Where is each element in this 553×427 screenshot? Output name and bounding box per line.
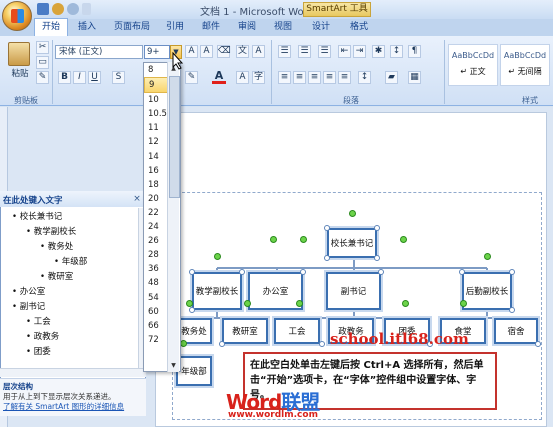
resize-handle-icon[interactable]: [509, 307, 515, 313]
resize-handle-icon[interactable]: [239, 269, 245, 275]
mouse-cursor-icon: [172, 52, 184, 70]
rotate-handle-icon[interactable]: [402, 300, 409, 307]
org-box-level4[interactable]: 年级部: [176, 356, 212, 386]
resize-handle-icon[interactable]: [509, 269, 515, 275]
rotate-handle-icon[interactable]: [180, 340, 187, 347]
rotate-handle-icon[interactable]: [244, 300, 251, 307]
resize-handle-icon[interactable]: [324, 225, 330, 231]
rotate-handle-icon[interactable]: [270, 236, 277, 243]
resize-handle-icon[interactable]: [459, 269, 465, 275]
resize-handle-icon[interactable]: [535, 341, 541, 347]
font-size-dropdown-scrollbar[interactable]: ▲ ▼: [167, 62, 180, 372]
org-box-level2[interactable]: 副书记: [326, 272, 381, 310]
resize-handle-icon[interactable]: [300, 269, 306, 275]
org-box-level2[interactable]: 教学副校长: [192, 272, 242, 310]
resize-handle-icon[interactable]: [219, 341, 225, 347]
scroll-down-icon[interactable]: ▼: [169, 361, 178, 370]
rotate-handle-icon[interactable]: [296, 300, 303, 307]
org-box-level2[interactable]: 办公室: [248, 272, 303, 310]
resize-handle-icon[interactable]: [189, 269, 195, 275]
rotate-handle-icon[interactable]: [300, 236, 307, 243]
watermark-url: www.wordlm.com: [228, 410, 318, 420]
org-box-level2[interactable]: 后勤副校长: [462, 272, 512, 310]
rotate-handle-icon[interactable]: [186, 300, 193, 307]
resize-handle-icon[interactable]: [324, 255, 330, 261]
resize-handle-icon[interactable]: [374, 225, 380, 231]
resize-handle-icon[interactable]: [374, 255, 380, 261]
org-box-level3[interactable]: 教研室: [222, 318, 268, 344]
watermark-site: school.itl68.com: [330, 330, 469, 348]
org-box-level3[interactable]: 工会: [274, 318, 320, 344]
scroll-thumb[interactable]: [169, 76, 180, 198]
resize-handle-icon[interactable]: [189, 307, 195, 313]
rotate-handle-icon[interactable]: [214, 253, 221, 260]
org-box-level3[interactable]: 宿舍: [494, 318, 538, 344]
resize-handle-icon[interactable]: [319, 341, 325, 347]
rotate-handle-icon[interactable]: [400, 236, 407, 243]
rotate-handle-icon[interactable]: [349, 210, 356, 217]
resize-handle-icon[interactable]: [378, 269, 384, 275]
rotate-handle-icon[interactable]: [484, 253, 491, 260]
rotate-handle-icon[interactable]: [460, 300, 467, 307]
org-box-top[interactable]: 校长兼书记: [327, 228, 377, 258]
